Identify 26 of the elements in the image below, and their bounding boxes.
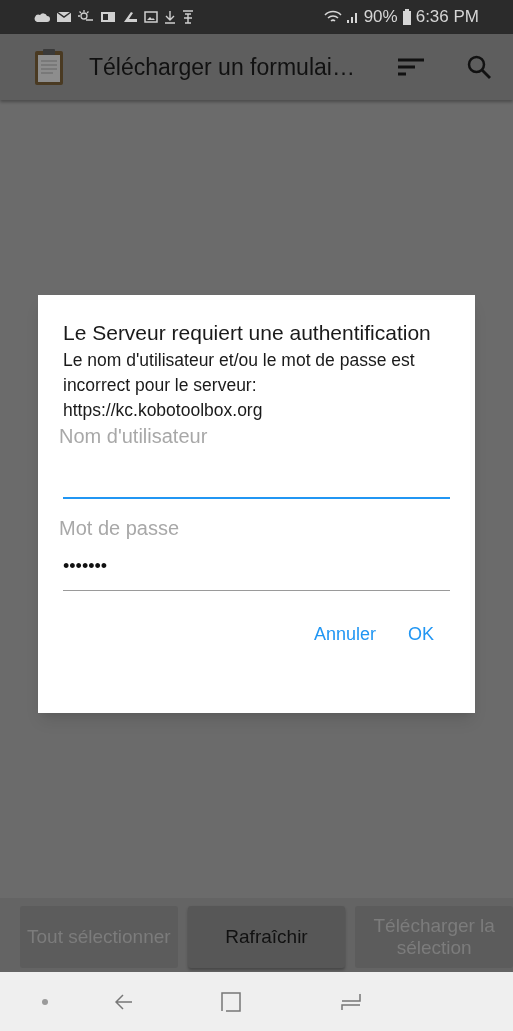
field-label: Mot de passe (59, 516, 181, 541)
recent-apps-icon[interactable] (341, 992, 361, 1011)
dot-icon[interactable] (42, 998, 48, 1005)
dialog-button[interactable]: Annuler (313, 621, 376, 648)
dialog-button[interactable]: OK (408, 621, 434, 648)
cloud-icon (34, 11, 50, 23)
wifi-icon (323, 10, 342, 24)
back-arrow-icon[interactable] (115, 993, 133, 1010)
battery-percentage: 90% (363, 6, 398, 29)
app-icon (100, 11, 116, 23)
app-title: Télécharger un formulai… (89, 52, 355, 82)
sort-icon[interactable] (398, 58, 424, 76)
signal-icon (345, 10, 360, 24)
clipboard-icon (34, 48, 64, 86)
search-icon[interactable] (467, 55, 491, 79)
bottom-button[interactable]: Rafraîchir (187, 906, 346, 968)
clock-time: 6:36 PM (415, 6, 479, 29)
dialog-title: Le Serveur requiert une authentification (63, 320, 432, 346)
download-icon (164, 10, 176, 24)
input-field[interactable]: ••••••• (63, 543, 450, 591)
dialog-message: Le nom d'utilisateur et/ou le mot de passe est incorrect pour le serveur: https://kc.kobotoolbox.org (63, 349, 416, 422)
battery-icon (401, 9, 412, 25)
mail-icon (56, 11, 72, 23)
image-icon (144, 11, 158, 23)
sun-icon (78, 10, 94, 24)
field-label: Nom d'utilisateur (59, 424, 209, 449)
